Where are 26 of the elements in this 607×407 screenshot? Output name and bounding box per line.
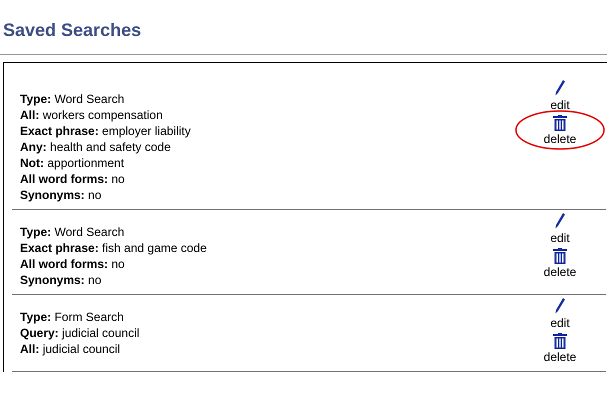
search-detail: Type: Word Search [20, 91, 126, 107]
search-detail: Type: Form Search [20, 309, 125, 325]
search-detail: All word forms: no [20, 256, 126, 272]
search-detail: Query: judicial council [20, 325, 140, 341]
pencil-icon [554, 79, 566, 97]
search-detail: All word forms: no [20, 171, 126, 187]
page-title: Saved Searches [2, 19, 142, 41]
search-detail: Synonyms: no [20, 187, 102, 203]
delete-link[interactable]: delete [544, 248, 576, 280]
search-detail: Not: apportionment [20, 155, 126, 171]
delete-link[interactable]: delete [544, 333, 576, 365]
trash-icon [552, 248, 567, 264]
edit-link[interactable]: edit [550, 79, 570, 113]
edit-link[interactable]: edit [550, 212, 570, 246]
pencil-icon [554, 212, 566, 230]
search-detail: Exact phrase: fish and game code [20, 240, 208, 256]
search-detail: Synonyms: no [20, 272, 102, 288]
pencil-icon [554, 297, 566, 315]
trash-icon [552, 333, 567, 349]
search-detail: All: judicial council [20, 341, 122, 357]
search-detail: Exact phrase: employer liability [20, 123, 192, 139]
search-detail: Type: Word Search [20, 224, 126, 240]
edit-link[interactable]: edit [550, 297, 570, 331]
trash-icon [552, 115, 567, 131]
search-detail: All: workers compensation [20, 107, 164, 123]
search-detail: Any: health and safety code [20, 139, 172, 155]
